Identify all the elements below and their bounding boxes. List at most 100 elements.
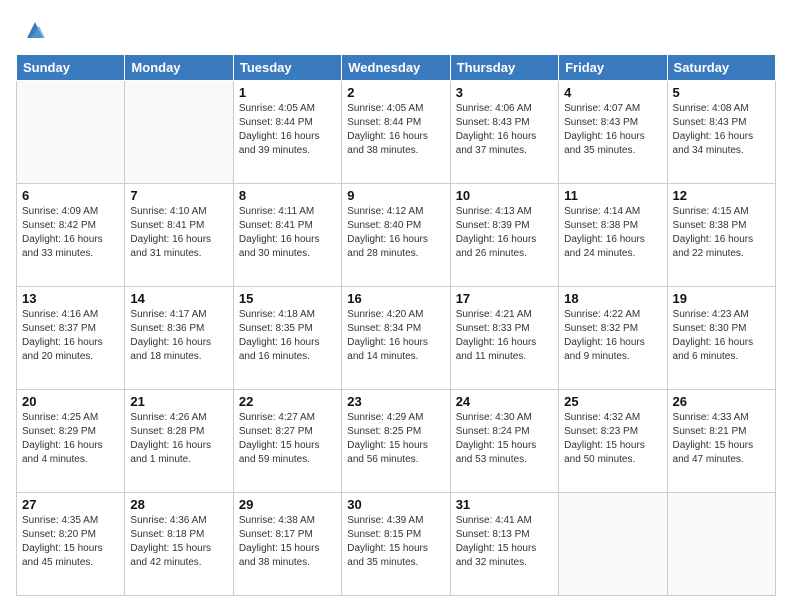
day-info: Sunrise: 4:12 AM Sunset: 8:40 PM Dayligh… [347,205,444,261]
day-info: Sunrise: 4:30 AM Sunset: 8:24 PM Dayligh… [456,411,553,467]
day-info: Sunrise: 4:05 AM Sunset: 8:44 PM Dayligh… [347,102,444,158]
table-row: 20 Sunrise: 4:25 AM Sunset: 8:29 PM Dayli… [17,390,125,493]
table-row: 31 Sunrise: 4:41 AM Sunset: 8:13 PM Dayli… [450,493,558,596]
table-row: 18Sunrise: 4:22 AM Sunset: 8:32 PM Dayli… [559,287,667,390]
col-saturday: Saturday [667,55,775,81]
table-row: 28 Sunrise: 4:36 AM Sunset: 8:18 PM Dayli… [125,493,233,596]
day-number: 19 [673,291,770,306]
table-row: 17 Sunrise: 4:21 AM Sunset: 8:33 PM Dayli… [450,287,558,390]
day-number: 27 [22,497,119,512]
day-number: 14 [130,291,227,306]
day-number: 22 [239,394,336,409]
table-row: 16Sunrise: 4:20 AM Sunset: 8:34 PM Dayli… [342,287,450,390]
day-number: 6 [22,188,119,203]
page: Sunday Monday Tuesday Wednesday Thursday… [0,0,792,612]
day-number: 25 [564,394,661,409]
table-row: 25 Sunrise: 4:32 AM Sunset: 8:23 PM Dayli… [559,390,667,493]
day-info: Sunrise: 4:10 AM Sunset: 8:41 PM Dayligh… [130,205,227,261]
day-number: 26 [673,394,770,409]
day-number: 17 [456,291,553,306]
day-number: 4 [564,85,661,100]
day-info: Sunrise: 4:32 AM Sunset: 8:23 PM Dayligh… [564,411,661,467]
day-info: Sunrise: 4:36 AM Sunset: 8:18 PM Dayligh… [130,514,227,570]
table-row: 13Sunrise: 4:16 AM Sunset: 8:37 PM Dayli… [17,287,125,390]
table-row: 26Sunrise: 4:33 AM Sunset: 8:21 PM Dayli… [667,390,775,493]
day-info: Sunrise: 4:09 AM Sunset: 8:42 PM Dayligh… [22,205,119,261]
day-number: 11 [564,188,661,203]
day-info: Sunrise: 4:20 AM Sunset: 8:34 PM Dayligh… [347,308,444,364]
day-number: 9 [347,188,444,203]
table-row: 27 Sunrise: 4:35 AM Sunset: 8:20 PM Dayli… [17,493,125,596]
table-row: 8 Sunrise: 4:11 AM Sunset: 8:41 PM Daylig… [233,184,341,287]
day-info: Sunrise: 4:25 AM Sunset: 8:29 PM Dayligh… [22,411,119,467]
day-info: Sunrise: 4:08 AM Sunset: 8:43 PM Dayligh… [673,102,770,158]
day-number: 24 [456,394,553,409]
day-info: Sunrise: 4:05 AM Sunset: 8:44 PM Dayligh… [239,102,336,158]
day-number: 28 [130,497,227,512]
table-row: 22 Sunrise: 4:27 AM Sunset: 8:27 PM Dayli… [233,390,341,493]
day-number: 2 [347,85,444,100]
table-row: 24 Sunrise: 4:30 AM Sunset: 8:24 PM Dayli… [450,390,558,493]
day-number: 10 [456,188,553,203]
col-wednesday: Wednesday [342,55,450,81]
day-info: Sunrise: 4:22 AM Sunset: 8:32 PM Dayligh… [564,308,661,364]
day-info: Sunrise: 4:27 AM Sunset: 8:27 PM Dayligh… [239,411,336,467]
logo [16,16,49,44]
header [16,16,776,44]
table-row [125,81,233,184]
table-row [17,81,125,184]
day-info: Sunrise: 4:13 AM Sunset: 8:39 PM Dayligh… [456,205,553,261]
table-row: 6 Sunrise: 4:09 AM Sunset: 8:42 PM Daylig… [17,184,125,287]
calendar-table: Sunday Monday Tuesday Wednesday Thursday… [16,54,776,596]
table-row: 15 Sunrise: 4:18 AM Sunset: 8:35 PM Dayli… [233,287,341,390]
table-row: 12 Sunrise: 4:15 AM Sunset: 8:38 PM Dayli… [667,184,775,287]
day-info: Sunrise: 4:07 AM Sunset: 8:43 PM Dayligh… [564,102,661,158]
day-number: 13 [22,291,119,306]
calendar-week-row: 1 Sunrise: 4:05 AM Sunset: 8:44 PM Daylig… [17,81,776,184]
day-info: Sunrise: 4:35 AM Sunset: 8:20 PM Dayligh… [22,514,119,570]
table-row: 23 Sunrise: 4:29 AM Sunset: 8:25 PM Dayli… [342,390,450,493]
day-number: 8 [239,188,336,203]
table-row: 21 Sunrise: 4:26 AM Sunset: 8:28 PM Dayli… [125,390,233,493]
day-info: Sunrise: 4:18 AM Sunset: 8:35 PM Dayligh… [239,308,336,364]
day-number: 23 [347,394,444,409]
day-info: Sunrise: 4:15 AM Sunset: 8:38 PM Dayligh… [673,205,770,261]
day-number: 21 [130,394,227,409]
day-info: Sunrise: 4:41 AM Sunset: 8:13 PM Dayligh… [456,514,553,570]
day-info: Sunrise: 4:06 AM Sunset: 8:43 PM Dayligh… [456,102,553,158]
calendar-week-row: 20 Sunrise: 4:25 AM Sunset: 8:29 PM Dayli… [17,390,776,493]
table-row: 30Sunrise: 4:39 AM Sunset: 8:15 PM Dayli… [342,493,450,596]
day-number: 3 [456,85,553,100]
logo-text [16,20,18,40]
day-info: Sunrise: 4:11 AM Sunset: 8:41 PM Dayligh… [239,205,336,261]
day-info: Sunrise: 4:23 AM Sunset: 8:30 PM Dayligh… [673,308,770,364]
table-row: 9 Sunrise: 4:12 AM Sunset: 8:40 PM Daylig… [342,184,450,287]
col-sunday: Sunday [17,55,125,81]
table-row: 14 Sunrise: 4:17 AM Sunset: 8:36 PM Dayli… [125,287,233,390]
day-info: Sunrise: 4:17 AM Sunset: 8:36 PM Dayligh… [130,308,227,364]
day-number: 29 [239,497,336,512]
day-info: Sunrise: 4:29 AM Sunset: 8:25 PM Dayligh… [347,411,444,467]
day-info: Sunrise: 4:39 AM Sunset: 8:15 PM Dayligh… [347,514,444,570]
table-row [667,493,775,596]
table-row: 29 Sunrise: 4:38 AM Sunset: 8:17 PM Dayli… [233,493,341,596]
table-row: 2 Sunrise: 4:05 AM Sunset: 8:44 PM Daylig… [342,81,450,184]
calendar-week-row: 27 Sunrise: 4:35 AM Sunset: 8:20 PM Dayli… [17,493,776,596]
day-info: Sunrise: 4:38 AM Sunset: 8:17 PM Dayligh… [239,514,336,570]
day-number: 15 [239,291,336,306]
day-info: Sunrise: 4:21 AM Sunset: 8:33 PM Dayligh… [456,308,553,364]
table-row: 3 Sunrise: 4:06 AM Sunset: 8:43 PM Daylig… [450,81,558,184]
table-row: 19 Sunrise: 4:23 AM Sunset: 8:30 PM Dayli… [667,287,775,390]
day-number: 20 [22,394,119,409]
day-number: 5 [673,85,770,100]
col-monday: Monday [125,55,233,81]
col-tuesday: Tuesday [233,55,341,81]
day-number: 31 [456,497,553,512]
day-number: 7 [130,188,227,203]
day-number: 12 [673,188,770,203]
calendar-week-row: 6 Sunrise: 4:09 AM Sunset: 8:42 PM Daylig… [17,184,776,287]
day-info: Sunrise: 4:26 AM Sunset: 8:28 PM Dayligh… [130,411,227,467]
table-row [559,493,667,596]
day-number: 1 [239,85,336,100]
table-row: 1 Sunrise: 4:05 AM Sunset: 8:44 PM Daylig… [233,81,341,184]
